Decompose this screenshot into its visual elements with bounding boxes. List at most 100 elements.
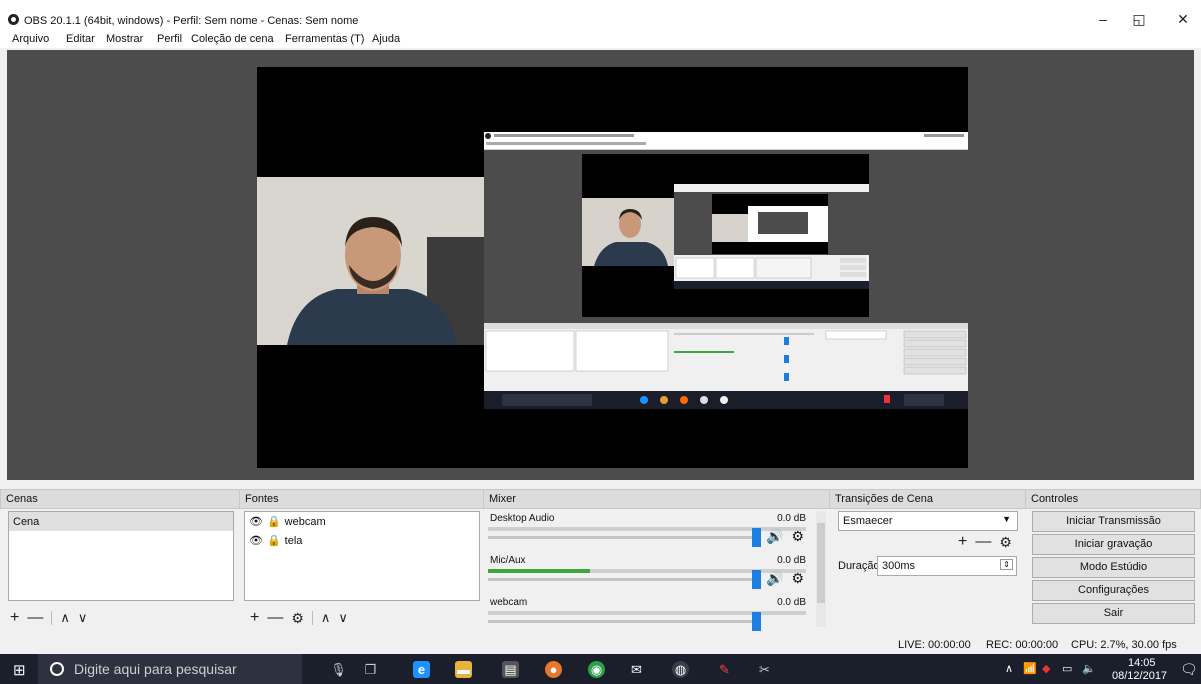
volume-slider-handle[interactable]	[752, 570, 761, 589]
transitions-dock: Transições de Cena Esmaecer ▼ + — ⚙ Dura…	[830, 489, 1026, 631]
duration-spinbox[interactable]: 300ms ⇕	[877, 556, 1017, 576]
menu-colecao-de-cena[interactable]: Coleção de cena	[191, 33, 274, 45]
file-explorer-icon[interactable]: ▬	[455, 661, 472, 678]
chrome-icon[interactable]: ◉	[588, 661, 605, 678]
mixer-dock-title: Mixer	[484, 489, 830, 509]
volume-slider-handle[interactable]	[752, 528, 761, 547]
menu-editar[interactable]: Editar	[66, 33, 95, 45]
sources-list[interactable]: 👁 🔒 webcam 👁 🔒 tela	[244, 511, 480, 601]
transition-properties-gear-icon[interactable]: ⚙	[999, 534, 1012, 551]
cortana-icon	[50, 662, 64, 676]
speaker-icon[interactable]: 🔊	[766, 570, 783, 587]
menu-ferramentas[interactable]: Ferramentas (T)	[285, 33, 364, 45]
menu-perfil[interactable]: Perfil	[157, 33, 182, 45]
antivirus-icon[interactable]: ◆	[1042, 662, 1050, 684]
obs-taskbar-icon[interactable]: ◍	[672, 661, 689, 678]
maximize-button[interactable]: ◱	[1124, 8, 1154, 30]
volume-icon[interactable]: 🔈	[1082, 662, 1096, 684]
live-timer: LIVE: 00:00:00	[898, 639, 971, 651]
minimize-button[interactable]: –	[1088, 8, 1118, 30]
remove-scene-button[interactable]: —	[27, 609, 43, 627]
clock-date[interactable]: 08/12/2017	[1112, 670, 1167, 684]
lock-icon[interactable]: 🔒	[267, 534, 281, 547]
mixer-scrollbar[interactable]	[816, 511, 826, 627]
source-item-tela[interactable]: 👁 🔒 tela	[245, 531, 479, 550]
snipping-icon[interactable]: ✂	[756, 661, 773, 678]
battery-icon[interactable]: ▭	[1062, 662, 1072, 684]
windows-start-icon[interactable]: ⊞	[13, 661, 26, 679]
volume-slider-handle[interactable]	[752, 612, 761, 631]
menu-mostrar[interactable]: Mostrar	[106, 33, 143, 45]
source-properties-gear-icon[interactable]: ⚙	[291, 610, 304, 627]
microphone-icon[interactable]: 🎙	[330, 661, 347, 678]
store-icon[interactable]: ▤	[502, 661, 519, 678]
task-view-icon[interactable]: ❐	[362, 661, 379, 678]
add-transition-button[interactable]: +	[958, 533, 967, 551]
gear-icon[interactable]: ⚙	[791, 570, 804, 587]
volume-slider[interactable]	[488, 578, 756, 581]
start-recording-button[interactable]: Iniciar gravação	[1032, 534, 1195, 555]
mixer-track-mic-aux: Mic/Aux 0.0 dB 🔊 ⚙	[488, 555, 818, 599]
scenes-toolbar: + — ∧ ∨	[10, 609, 87, 627]
scenes-list[interactable]: Cena	[8, 511, 234, 601]
sources-dock: Fontes 👁 🔒 webcam 👁 🔒 tela + — ⚙ ∧ ∨	[240, 489, 484, 631]
tray-chevron-up-icon[interactable]: ∧	[1005, 662, 1013, 684]
scenes-dock: Cenas Cena + — ∧ ∨	[0, 489, 240, 631]
volume-slider[interactable]	[488, 620, 756, 623]
firefox-icon[interactable]: ●	[545, 661, 562, 678]
add-source-button[interactable]: +	[250, 609, 259, 627]
webcam-source[interactable]	[257, 177, 484, 345]
nested-obs-docks	[484, 323, 968, 391]
add-scene-button[interactable]: +	[10, 609, 19, 627]
visibility-eye-icon[interactable]: 👁	[249, 515, 263, 528]
move-scene-down-button[interactable]: ∨	[78, 610, 88, 626]
studio-mode-button[interactable]: Modo Estúdio	[1032, 557, 1195, 578]
move-scene-up-button[interactable]: ∧	[60, 610, 70, 626]
taskbar-search[interactable]: Digite aqui para pesquisar	[38, 654, 302, 684]
scene-item[interactable]: Cena	[9, 512, 233, 531]
visibility-eye-icon[interactable]: 👁	[249, 534, 263, 547]
controls-dock: Controles Iniciar Transmissão Iniciar gr…	[1026, 489, 1201, 631]
rec-timer: REC: 00:00:00	[986, 639, 1059, 651]
paint-icon[interactable]: ✎	[716, 661, 733, 678]
transitions-toolbar: + — ⚙	[958, 533, 1012, 551]
nested-obs-titlebar	[484, 132, 968, 150]
menu-arquivo[interactable]: Arquivo	[12, 33, 49, 45]
remove-transition-button[interactable]: —	[975, 533, 991, 551]
windows-taskbar: ⊞ Digite aqui para pesquisar 🎙 ❐ e ▬ ▤ ●…	[0, 654, 1201, 684]
lock-icon[interactable]: 🔒	[267, 515, 281, 528]
toolbar-separator	[311, 611, 313, 625]
settings-button[interactable]: Configurações	[1032, 580, 1195, 601]
status-bar: LIVE: 00:00:00 REC: 00:00:00 CPU: 2.7%, …	[0, 632, 1201, 654]
mixer-scrollbar-thumb[interactable]	[817, 523, 825, 603]
cpu-fps: CPU: 2.7%, 30.00 fps	[1071, 639, 1177, 651]
move-source-up-button[interactable]: ∧	[321, 610, 331, 626]
close-button[interactable]: ✕	[1168, 8, 1198, 30]
gear-icon[interactable]: ⚙	[791, 528, 804, 545]
network-icon[interactable]: 📶	[1023, 662, 1037, 684]
edge-icon[interactable]: e	[413, 661, 430, 678]
controls-dock-title: Controles	[1026, 489, 1201, 509]
speaker-icon[interactable]: 🔊	[766, 528, 783, 545]
notifications-icon[interactable]: 🗨	[1180, 661, 1198, 684]
mixer-track-desktop-audio: Desktop Audio 0.0 dB 🔊 ⚙	[488, 513, 818, 557]
obs-logo-icon	[8, 14, 19, 25]
preview-area[interactable]	[7, 50, 1194, 480]
start-streaming-button[interactable]: Iniciar Transmissão	[1032, 511, 1195, 532]
sources-toolbar: + — ⚙ ∧ ∨	[250, 609, 348, 627]
transition-select[interactable]: Esmaecer ▼	[838, 511, 1018, 531]
volume-slider[interactable]	[488, 536, 756, 539]
spinner-icon[interactable]: ⇕	[1000, 559, 1013, 570]
exit-button[interactable]: Sair	[1032, 603, 1195, 624]
screen-capture-source[interactable]	[484, 132, 968, 409]
menu-ajuda[interactable]: Ajuda	[372, 33, 400, 45]
chevron-down-icon: ▼	[1002, 514, 1011, 524]
nested-taskbar	[484, 391, 968, 409]
transitions-dock-title: Transições de Cena	[830, 489, 1026, 509]
remove-source-button[interactable]: —	[267, 609, 283, 627]
source-item-webcam[interactable]: 👁 🔒 webcam	[245, 512, 479, 531]
preview-canvas[interactable]	[257, 67, 968, 468]
move-source-down-button[interactable]: ∨	[338, 610, 348, 626]
title-bar: OBS 20.1.1 (64bit, windows) - Perfil: Se…	[0, 0, 1201, 30]
mail-icon[interactable]: ✉	[628, 661, 645, 678]
